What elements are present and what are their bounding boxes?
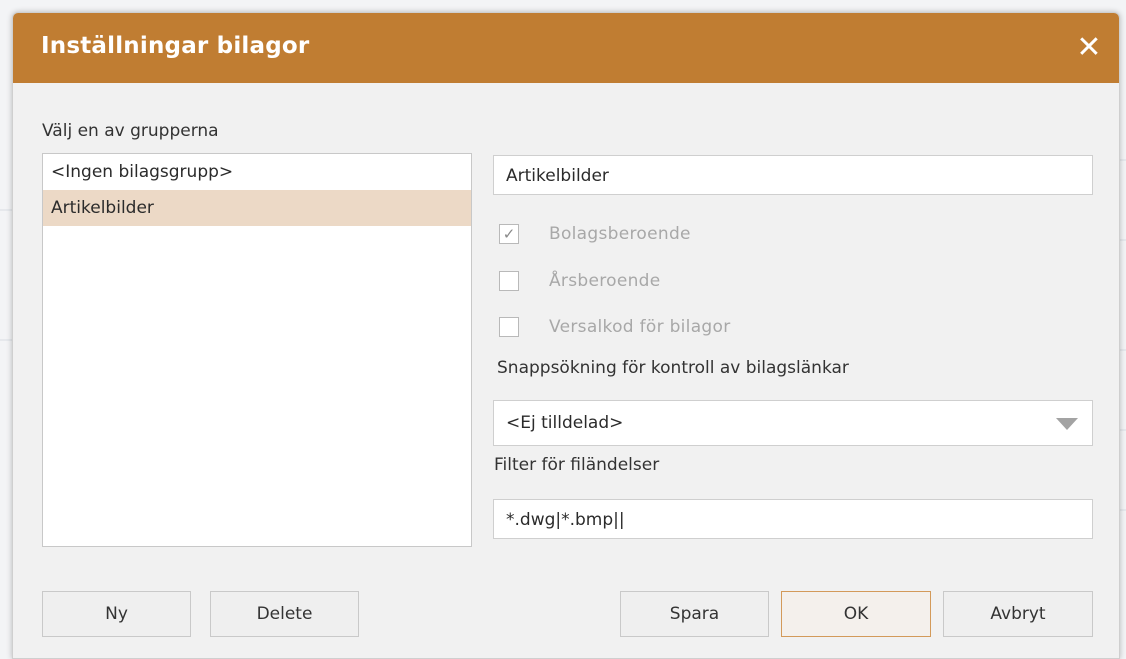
file-filter-field[interactable]: *.dwg|*.bmp|| — [493, 499, 1093, 539]
quick-search-dropdown[interactable]: <Ej tilldelad> — [493, 400, 1093, 446]
versalkod-label: Versalkod för bilagor — [549, 317, 731, 337]
file-filter-label: Filter för filändelser — [494, 455, 660, 475]
ok-button[interactable]: OK — [781, 591, 931, 637]
checkbox-row-year[interactable]: Årsberoende — [499, 268, 661, 294]
settings-dialog: Inställningar bilagor ✕ Välj en av grupp… — [12, 12, 1120, 659]
group-listbox[interactable]: <Ingen bilagsgrupp> Artikelbilder — [42, 153, 472, 547]
close-icon: ✕ — [1076, 29, 1102, 65]
chevron-down-icon — [1056, 418, 1078, 430]
arsberoende-label: Årsberoende — [549, 271, 661, 291]
list-item[interactable]: <Ingen bilagsgrupp> — [43, 154, 471, 190]
group-list-label: Välj en av grupperna — [42, 121, 219, 141]
arsberoende-checkbox[interactable] — [499, 271, 519, 291]
quick-search-value: <Ej tilldelad> — [506, 413, 624, 433]
list-item[interactable]: Artikelbilder — [43, 190, 471, 226]
quick-search-label: Snappsökning för kontroll av bilagslänka… — [497, 358, 849, 378]
group-name-field[interactable]: Artikelbilder — [493, 155, 1093, 195]
delete-button[interactable]: Delete — [210, 591, 359, 637]
bolagsberoende-label: Bolagsberoende — [549, 224, 691, 244]
checkmark-icon: ✓ — [502, 225, 516, 243]
close-button[interactable]: ✕ — [1069, 27, 1109, 67]
checkbox-row-uppercase[interactable]: Versalkod för bilagor — [499, 314, 731, 340]
dialog-titlebar: Inställningar bilagor ✕ — [13, 13, 1119, 83]
bolagsberoende-checkbox[interactable]: ✓ — [499, 224, 519, 244]
new-button[interactable]: Ny — [42, 591, 191, 637]
cancel-button[interactable]: Avbryt — [943, 591, 1093, 637]
save-button[interactable]: Spara — [620, 591, 769, 637]
dialog-title: Inställningar bilagor — [41, 33, 310, 59]
checkbox-row-company[interactable]: ✓ Bolagsberoende — [499, 221, 691, 247]
versalkod-checkbox[interactable] — [499, 317, 519, 337]
